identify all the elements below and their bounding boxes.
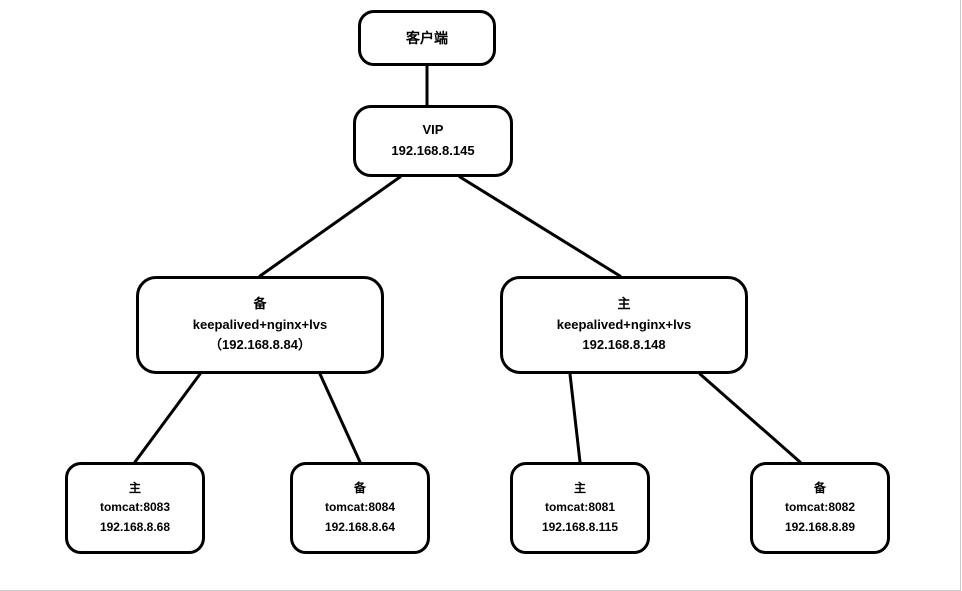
lb-backup-node: 备 keepalived+nginx+lvs （192.168.8.84） <box>136 276 384 374</box>
client-node: 客户端 <box>358 10 496 66</box>
lb-master-role: 主 <box>617 294 630 315</box>
lb-master-node: 主 keepalived+nginx+lvs 192.168.8.148 <box>500 276 748 374</box>
tomcat4-service: tomcat:8082 <box>785 498 855 517</box>
tomcat4-role: 备 <box>814 479 826 498</box>
tomcat2-ip: 192.168.8.64 <box>325 518 395 537</box>
tomcat3-service: tomcat:8081 <box>545 498 615 517</box>
lb-master-ip: 192.168.8.148 <box>582 335 665 356</box>
tomcat2-role: 备 <box>354 479 366 498</box>
lb-backup-stack: keepalived+nginx+lvs <box>193 315 327 336</box>
client-label: 客户端 <box>406 27 448 49</box>
tomcat1-node: 主 tomcat:8083 192.168.8.68 <box>65 462 205 554</box>
lb-backup-role: 备 <box>253 294 266 315</box>
tomcat2-node: 备 tomcat:8084 192.168.8.64 <box>290 462 430 554</box>
vip-node: VIP 192.168.8.145 <box>353 105 513 177</box>
diagram-canvas: 客户端 VIP 192.168.8.145 备 keepalived+nginx… <box>0 0 961 591</box>
vip-ip: 192.168.8.145 <box>391 141 474 162</box>
lb-backup-ip: （192.168.8.84） <box>209 335 311 356</box>
tomcat1-ip: 192.168.8.68 <box>100 518 170 537</box>
vip-label: VIP <box>423 120 444 141</box>
lb-master-stack: keepalived+nginx+lvs <box>557 315 691 336</box>
tomcat1-service: tomcat:8083 <box>100 498 170 517</box>
tomcat2-service: tomcat:8084 <box>325 498 395 517</box>
tomcat4-ip: 192.168.8.89 <box>785 518 855 537</box>
tomcat4-node: 备 tomcat:8082 192.168.8.89 <box>750 462 890 554</box>
tomcat3-ip: 192.168.8.115 <box>542 518 618 537</box>
tomcat3-node: 主 tomcat:8081 192.168.8.115 <box>510 462 650 554</box>
tomcat1-role: 主 <box>129 479 141 498</box>
tomcat3-role: 主 <box>574 479 586 498</box>
